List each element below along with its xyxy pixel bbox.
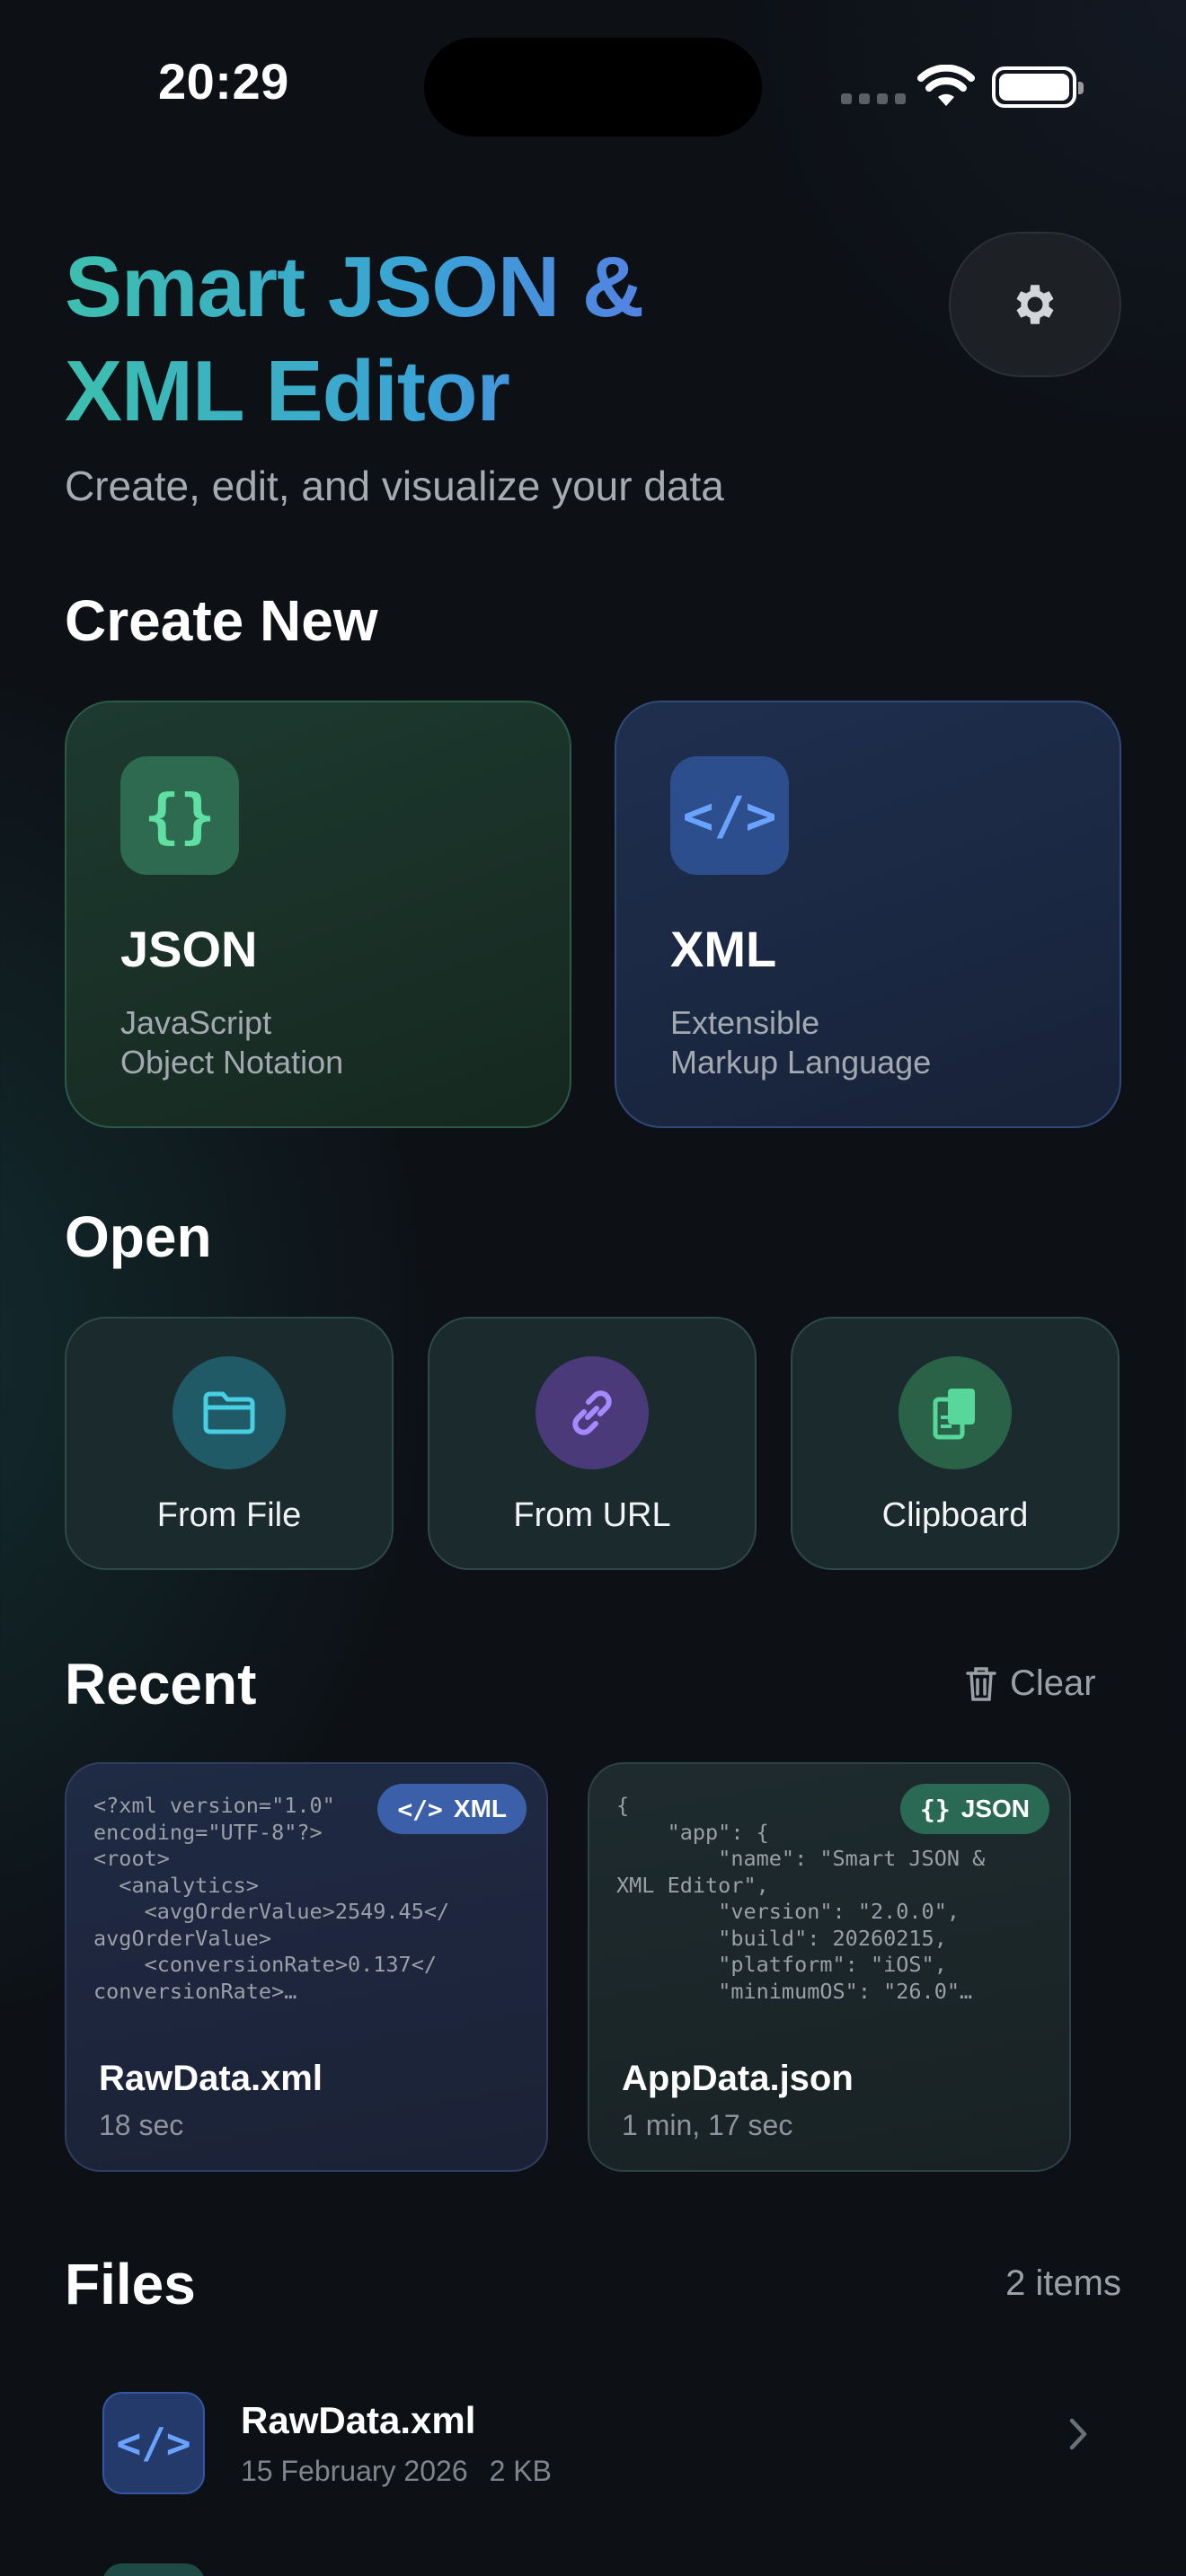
file-name: RawData.xml bbox=[241, 2398, 476, 2441]
open-tile-label: From URL bbox=[513, 1496, 671, 1534]
recent-file-time: 1 min, 17 sec bbox=[622, 2109, 793, 2141]
code-tag-icon: </> bbox=[670, 756, 789, 875]
card-title: JSON bbox=[120, 921, 258, 977]
file-list-item-partial[interactable] bbox=[102, 2563, 205, 2576]
open-from-url-button[interactable]: From URL bbox=[428, 1317, 757, 1570]
recent-file-name: RawData.xml bbox=[99, 2059, 323, 2098]
dynamic-island bbox=[424, 38, 762, 137]
file-date: 15 February 2026 bbox=[241, 2454, 468, 2487]
file-list-item[interactable]: </> RawData.xml 15 February 2026 2 KB bbox=[65, 2371, 1121, 2515]
status-time: 20:29 bbox=[158, 53, 289, 110]
create-xml-card[interactable]: </> XML Extensible Markup Language bbox=[615, 701, 1121, 1128]
recent-file-name: AppData.json bbox=[622, 2059, 854, 2098]
create-new-heading: Create New bbox=[65, 588, 378, 653]
files-heading: Files bbox=[65, 2252, 196, 2316]
curly-braces-icon: {} bbox=[920, 1794, 951, 1824]
recent-heading: Recent bbox=[65, 1652, 257, 1716]
wifi-icon bbox=[917, 65, 975, 106]
clear-recent-button[interactable]: Clear bbox=[965, 1663, 1096, 1704]
file-meta: 15 February 2026 2 KB bbox=[241, 2455, 552, 2488]
chevron-right-icon bbox=[1069, 2418, 1087, 2450]
app-title: Smart JSON & XML Editor bbox=[65, 235, 712, 444]
code-tag-icon: </> bbox=[102, 2392, 205, 2494]
recent-file-time: 18 sec bbox=[99, 2109, 184, 2141]
recent-file-card[interactable]: { "app": { "name": "Smart JSON & XML Edi… bbox=[588, 1762, 1071, 2172]
curly-braces-icon: {} bbox=[120, 756, 239, 875]
open-tile-label: Clipboard bbox=[881, 1496, 1029, 1534]
code-tag-icon: </> bbox=[397, 1794, 443, 1824]
cellular-signal-icon bbox=[841, 93, 906, 104]
card-title: XML bbox=[670, 921, 777, 977]
clipboard-icon bbox=[898, 1356, 1012, 1469]
card-description: JavaScript Object Notation bbox=[120, 1004, 344, 1081]
folder-icon bbox=[173, 1356, 286, 1469]
gear-icon bbox=[1016, 285, 1054, 324]
clear-label: Clear bbox=[1010, 1663, 1096, 1703]
trash-icon bbox=[966, 1666, 996, 1701]
file-size: 2 KB bbox=[489, 2454, 552, 2487]
settings-button[interactable] bbox=[949, 232, 1121, 377]
file-type-badge: </> XML bbox=[377, 1784, 527, 1834]
open-tile-label: From File bbox=[156, 1496, 302, 1534]
files-count: 2 items bbox=[1005, 2263, 1121, 2303]
open-clipboard-button[interactable]: Clipboard bbox=[791, 1317, 1120, 1570]
card-description: Extensible Markup Language bbox=[670, 1004, 932, 1081]
open-from-file-button[interactable]: From File bbox=[65, 1317, 394, 1570]
app-subtitle: Create, edit, and visualize your data bbox=[65, 463, 724, 509]
battery-icon bbox=[992, 66, 1084, 108]
file-type-badge: {} JSON bbox=[900, 1784, 1049, 1834]
open-heading: Open bbox=[65, 1204, 212, 1269]
link-icon bbox=[535, 1356, 649, 1469]
create-json-card[interactable]: {} JSON JavaScript Object Notation bbox=[65, 701, 571, 1128]
recent-file-card[interactable]: <?xml version="1.0" encoding="UTF-8"?> <… bbox=[65, 1762, 548, 2172]
